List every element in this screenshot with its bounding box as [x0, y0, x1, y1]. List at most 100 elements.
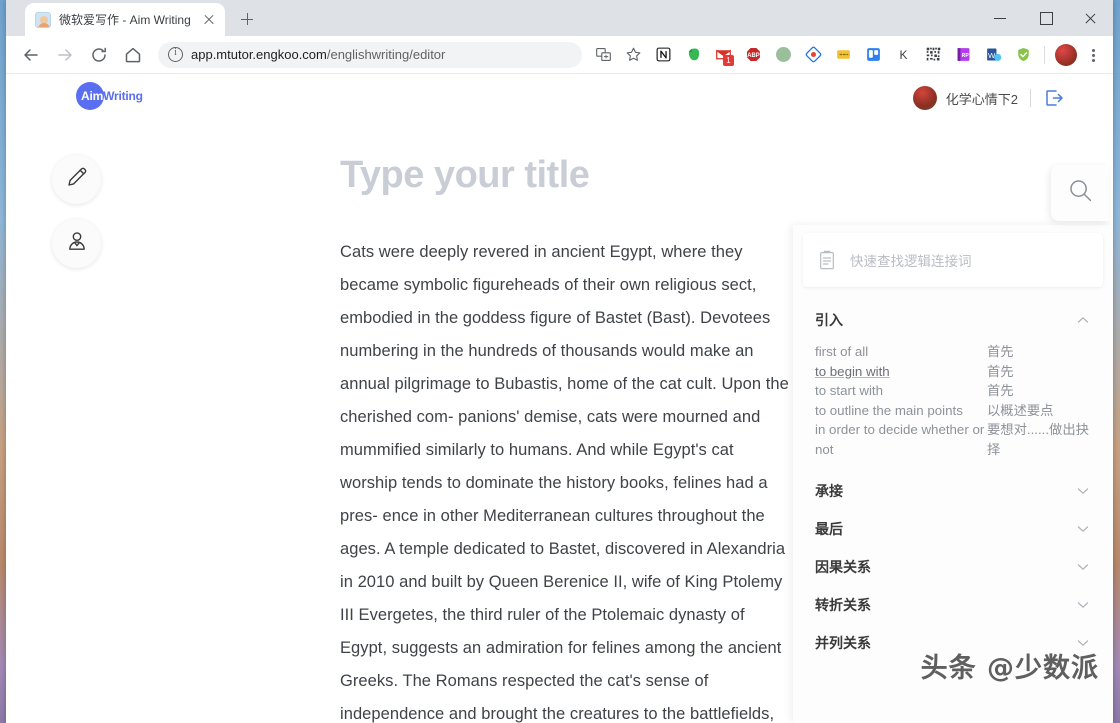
- panel-search-button[interactable]: [1051, 165, 1109, 221]
- browser-tab[interactable]: 微软爱写作 - Aim Writing: [25, 3, 225, 36]
- panel-section-contrast: 转折关系: [793, 586, 1113, 624]
- connective-en: to begin with: [815, 363, 890, 379]
- info-circle-icon[interactable]: [168, 47, 183, 62]
- connective-cn: 首先: [987, 363, 1014, 379]
- panel-section-final: 最后: [793, 510, 1113, 548]
- logout-icon[interactable]: [1043, 87, 1065, 109]
- document-body-input[interactable]: Cats were deeply revered in ancient Egyp…: [340, 236, 792, 723]
- yellow-note-icon[interactable]: [829, 41, 857, 69]
- connective-en: to outline the main points: [815, 402, 963, 418]
- panel-section-title: 转折关系: [815, 596, 871, 613]
- maximize-icon[interactable]: [1023, 0, 1068, 36]
- panel-section-introduce: 引入 first of all 首先 to begin with 首先 to s…: [793, 301, 1113, 472]
- panel-section-title: 并列关系: [815, 634, 871, 651]
- back-arrow-icon[interactable]: [17, 41, 45, 69]
- connective-cn: 首先: [987, 383, 1014, 399]
- document-title-input[interactable]: Type your title: [340, 154, 792, 197]
- chevron-down-icon[interactable]: [1075, 635, 1091, 651]
- avatar[interactable]: [912, 86, 937, 110]
- panel-section-title: 最后: [815, 520, 843, 537]
- panel-entry-list: first of all 首先 to begin with 首先 to star…: [815, 339, 1091, 472]
- trello-icon[interactable]: [859, 41, 887, 69]
- evernote-icon[interactable]: [679, 41, 707, 69]
- panel-section-title: 引入: [815, 312, 843, 328]
- minimize-icon[interactable]: [978, 0, 1023, 36]
- list-item[interactable]: to outline the main points 以概述要点: [815, 401, 1091, 421]
- chevron-down-icon[interactable]: [1075, 521, 1091, 537]
- kebab-menu-icon[interactable]: [1081, 41, 1105, 69]
- purple-reader-icon[interactable]: RP: [949, 41, 977, 69]
- logo-text-writing: Writing: [103, 89, 143, 103]
- panel-section-header[interactable]: 并列关系: [815, 624, 1091, 662]
- list-item[interactable]: to start with 首先: [815, 381, 1091, 401]
- connective-cn: 以概述要点: [987, 402, 1054, 418]
- list-item[interactable]: first of all 首先: [815, 342, 1091, 362]
- connective-en: in order to decide whether or not: [815, 422, 985, 457]
- chevron-down-icon[interactable]: [1075, 483, 1091, 499]
- tab-title: 微软爱写作 - Aim Writing: [59, 13, 191, 27]
- green-circle-icon[interactable]: [769, 41, 797, 69]
- user-divider: [1030, 89, 1031, 107]
- panel-section-header[interactable]: 引入: [815, 301, 1091, 339]
- window-controls: [978, 0, 1113, 36]
- notion-icon[interactable]: [649, 41, 677, 69]
- diamond-icon[interactable]: [799, 41, 827, 69]
- reload-icon[interactable]: [85, 41, 113, 69]
- chevron-down-icon[interactable]: [1075, 597, 1091, 613]
- green-circle-shape: [775, 47, 791, 62]
- svg-text:K: K: [899, 48, 907, 62]
- connective-cn: 首先: [987, 344, 1014, 359]
- page-content: AimWriting 化学心情下2 Type your title Cats w…: [6, 75, 1113, 723]
- svg-text:RP: RP: [961, 53, 969, 59]
- qr-code-icon[interactable]: [919, 41, 947, 69]
- panel-section-parallel: 并列关系: [793, 624, 1113, 662]
- forward-arrow-icon[interactable]: [51, 41, 79, 69]
- app-header: AimWriting 化学心情下2: [6, 75, 1113, 123]
- profile-avatar[interactable]: [1055, 43, 1077, 66]
- sidebar-item-write[interactable]: [52, 155, 101, 204]
- office-icon[interactable]: W: [979, 41, 1007, 69]
- shield-check-icon[interactable]: [1009, 41, 1037, 69]
- panel-section-header[interactable]: 转折关系: [815, 586, 1091, 624]
- panel-section-header[interactable]: 因果关系: [815, 548, 1091, 586]
- connective-cn: 要想对......做出抉择: [987, 422, 1089, 457]
- url-host: app.mtutor.engkoo.com: [191, 47, 327, 62]
- home-icon[interactable]: [119, 41, 147, 69]
- chevron-down-icon[interactable]: [1075, 559, 1091, 575]
- panel-section-title: 因果关系: [815, 558, 871, 575]
- toolbar-divider: [1044, 45, 1045, 64]
- new-tab-button[interactable]: [233, 5, 261, 33]
- chevron-up-icon[interactable]: [1075, 312, 1091, 328]
- sidebar-item-tutor[interactable]: [52, 219, 101, 268]
- list-item[interactable]: to begin with 首先: [815, 362, 1091, 382]
- browser-window: 微软爱写作 - Aim Writing i app.mtutor.engkoo.…: [6, 0, 1113, 723]
- url-path: /englishwriting/editor: [326, 47, 446, 62]
- close-icon[interactable]: [1068, 0, 1113, 36]
- gmail-icon[interactable]: 1: [709, 41, 737, 69]
- bookmark-star-icon[interactable]: [619, 41, 647, 69]
- address-bar[interactable]: app.mtutor.engkoo.com/englishwriting/edi…: [158, 41, 582, 68]
- translate-icon[interactable]: [589, 41, 617, 69]
- panel-search-placeholder: 快速查找逻辑连接词: [850, 254, 972, 269]
- panel-section-cause-effect: 因果关系: [793, 548, 1113, 586]
- tab-favicon-icon: [35, 11, 51, 28]
- logo-text-aim: Aim: [81, 89, 104, 103]
- app-logo[interactable]: AimWriting: [76, 81, 143, 111]
- adblock-plus-icon[interactable]: ABP: [739, 41, 767, 69]
- tab-close-icon[interactable]: [201, 12, 217, 28]
- search-icon: [1066, 176, 1095, 210]
- connectives-panel: 快速查找逻辑连接词 引入 first of all 首先 to begin wi…: [793, 225, 1113, 723]
- svg-text:ABP: ABP: [747, 53, 760, 59]
- pencil-icon: [65, 165, 89, 194]
- connective-en: to start with: [815, 383, 883, 399]
- browser-toolbar: app.mtutor.engkoo.com/englishwriting/edi…: [6, 36, 1113, 74]
- panel-section-header[interactable]: 最后: [815, 510, 1091, 548]
- extension-icons: 1 ABP K RP W: [588, 41, 1105, 69]
- clipboard-icon: [817, 249, 837, 271]
- list-item[interactable]: in order to decide whether or not 要想对...…: [815, 420, 1091, 459]
- panel-section-title: 承接: [815, 482, 843, 499]
- user-area: 化学心情下2: [912, 86, 1065, 110]
- panel-section-header[interactable]: 承接: [815, 472, 1091, 510]
- panel-search-input[interactable]: 快速查找逻辑连接词: [803, 233, 1103, 287]
- kami-icon[interactable]: K: [889, 41, 917, 69]
